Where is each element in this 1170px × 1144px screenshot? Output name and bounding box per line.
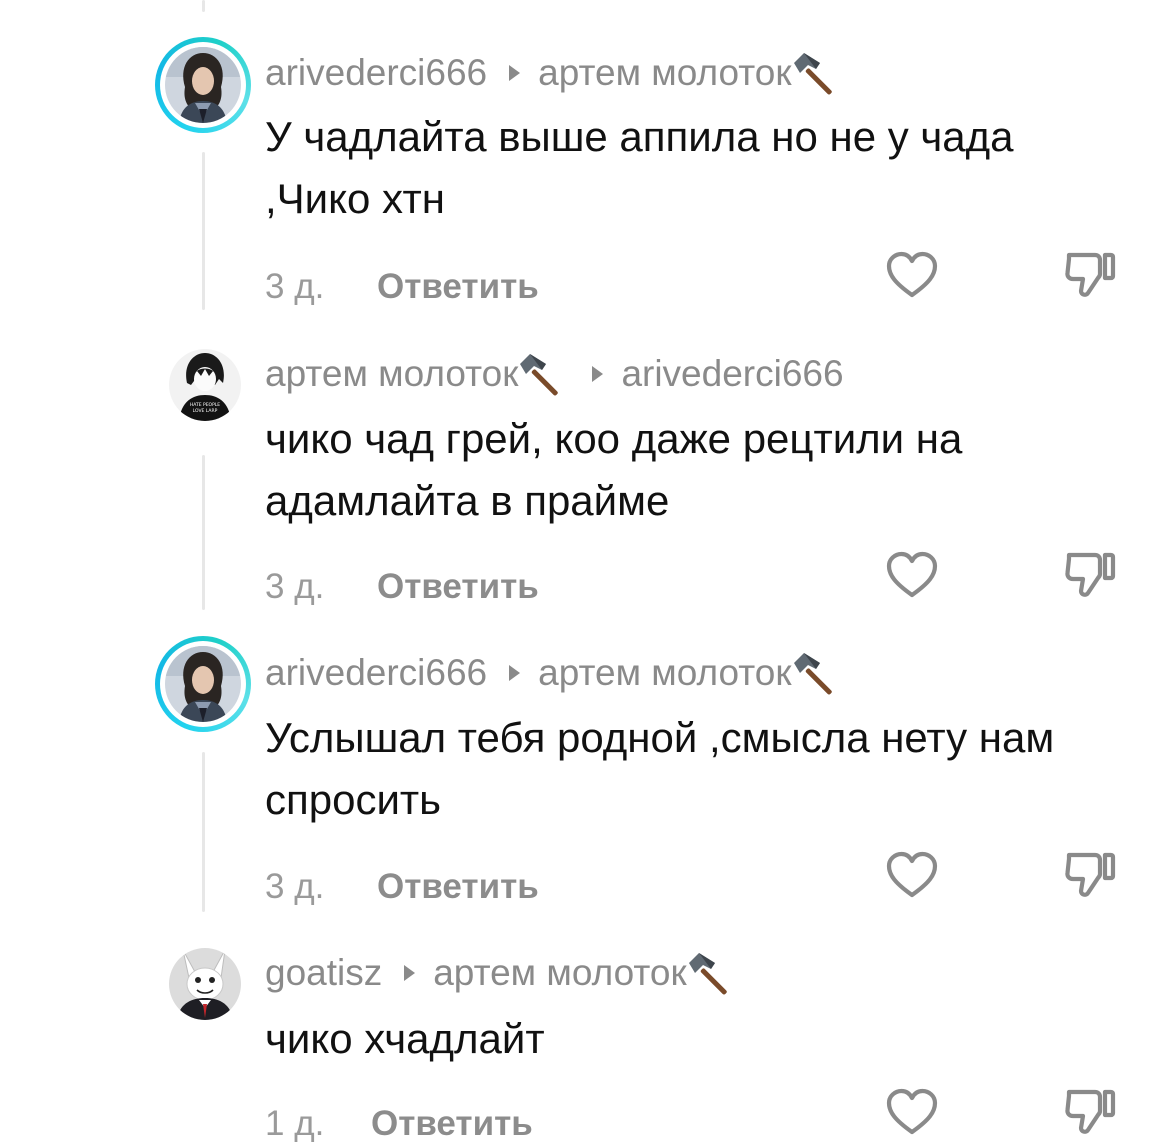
timestamp: 3 д. <box>265 867 325 906</box>
hammer-emoji-icon <box>520 354 559 396</box>
reply-to-username[interactable]: arivederci666 <box>621 353 843 395</box>
username[interactable]: goatisz <box>265 952 382 994</box>
avatar-image <box>165 646 241 722</box>
heart-icon[interactable] <box>885 1088 939 1138</box>
comment-meta: 3 д. Ответить <box>265 551 1125 607</box>
comment-text: чико хчадлайт <box>265 1015 545 1062</box>
hammer-emoji-icon <box>793 53 832 95</box>
thumbs-down-icon[interactable] <box>1063 549 1117 601</box>
hammer-emoji-icon <box>793 653 832 695</box>
username[interactable]: arivederci666 <box>265 52 487 94</box>
comment-header: goatisz артем молоток <box>265 952 739 995</box>
avatar-arivederci666[interactable] <box>155 37 251 133</box>
thumbs-down-icon[interactable] <box>1063 849 1117 901</box>
heart-icon[interactable] <box>885 851 939 901</box>
reply-button[interactable]: Ответить <box>377 267 539 307</box>
avatar-image <box>169 948 241 1020</box>
thread-line-top <box>202 0 205 12</box>
reply-to-username[interactable]: артем молоток <box>433 952 686 994</box>
avatar-image: HATE PEOPLE LOVE LARP <box>169 349 241 421</box>
triangle-right-icon <box>509 665 521 681</box>
reply-to-username[interactable]: артем молоток <box>538 52 791 94</box>
comment-header: артем молоток arivederci666 <box>265 353 844 396</box>
triangle-right-icon <box>404 965 416 981</box>
thread-line-3 <box>202 752 205 912</box>
comment-meta: 1 д. Ответить <box>265 1088 1125 1144</box>
triangle-right-icon <box>509 65 521 81</box>
comment-header: arivederci666 артем молоток <box>265 652 844 695</box>
avatar-artem-molotok[interactable]: HATE PEOPLE LOVE LARP <box>155 345 251 441</box>
thread-line-1 <box>202 152 205 310</box>
avatar-caption: HATE PEOPLE <box>190 402 220 408</box>
svg-text:LOVE LARP: LOVE LARP <box>193 408 218 414</box>
avatar-goatisz[interactable] <box>155 944 251 1040</box>
username[interactable]: артем молоток <box>265 353 518 395</box>
comment-text: У чадлайта выше аппила но не у чада ,Чик… <box>265 113 1014 222</box>
heart-icon[interactable] <box>885 251 939 301</box>
avatar-arivederci666[interactable] <box>155 636 251 732</box>
dislike-icon-partial[interactable] <box>1063 0 1117 10</box>
timestamp: 3 д. <box>265 567 325 606</box>
reply-to-username[interactable]: артем молоток <box>538 652 791 694</box>
thumbs-down-icon[interactable] <box>1063 249 1117 301</box>
heart-icon-partial[interactable] <box>885 0 939 10</box>
timestamp: 3 д. <box>265 267 325 306</box>
username[interactable]: arivederci666 <box>265 652 487 694</box>
reply-button[interactable]: Ответить <box>371 1104 533 1144</box>
comment-meta: 3 д. Ответить <box>265 251 1125 307</box>
hammer-emoji-icon <box>688 953 727 995</box>
comment-header: arivederci666 артем молоток <box>265 52 844 95</box>
avatar-image <box>165 47 241 123</box>
comment-text: Услышал тебя родной ,смысла нету нам спр… <box>265 714 1055 823</box>
triangle-right-icon <box>592 366 604 382</box>
timestamp: 1 д. <box>265 1104 325 1143</box>
comment-text: чико чад грей, коо даже рецтили на адамл… <box>265 415 963 524</box>
thumbs-down-icon[interactable] <box>1063 1086 1117 1138</box>
comment-meta: 3 д. Ответить <box>265 851 1125 907</box>
reply-button[interactable]: Ответить <box>377 567 539 607</box>
heart-icon[interactable] <box>885 551 939 601</box>
thread-line-2 <box>202 455 205 610</box>
reply-button[interactable]: Ответить <box>377 867 539 907</box>
